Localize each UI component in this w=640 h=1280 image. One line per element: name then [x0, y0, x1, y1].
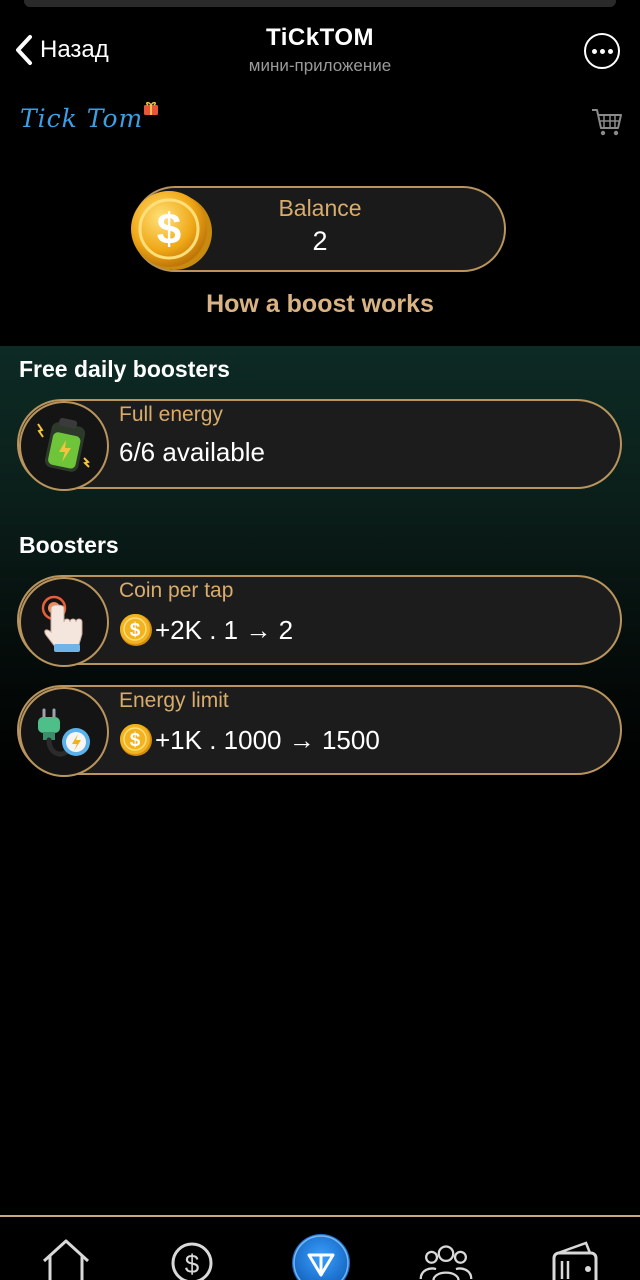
svg-text:$: $ — [130, 620, 141, 641]
svg-text:$: $ — [185, 1249, 200, 1279]
booster-value-text: +2K . 1 → 2 — [155, 614, 294, 645]
dollar-coin-icon: $ — [120, 724, 152, 756]
booster-full-energy[interactable]: Full energy 6/6 available — [17, 399, 622, 491]
coin-icon: $ — [171, 1242, 213, 1280]
app-subtitle: мини-приложение — [248, 56, 392, 75]
bottom-nav: $ — [0, 1215, 640, 1280]
battery-icon — [37, 417, 90, 472]
booster-name: Full energy — [119, 403, 223, 426]
tap-hand-icon — [41, 595, 83, 652]
svg-text:$: $ — [130, 730, 141, 751]
booster-name: Energy limit — [119, 689, 229, 712]
dollar-coin-icon: $ — [120, 614, 152, 646]
wallet-icon — [552, 1241, 598, 1280]
nav-coin[interactable]: $ — [164, 1235, 220, 1280]
telegram-header: Назад TiCkTOM мини-приложение — [0, 14, 640, 84]
title-block: TiCkTOM мини-приложение — [170, 24, 470, 76]
nav-wallet[interactable] — [548, 1235, 604, 1280]
booster-coin-per-tap[interactable]: Coin per tap $ +2K . 1 → 2 — [17, 575, 622, 667]
booster-value-text: 6/6 available — [119, 437, 265, 467]
booster-value: $ +2K . 1 → 2 — [119, 613, 293, 647]
booster-icon-frame — [19, 401, 109, 491]
nav-ton[interactable] — [292, 1234, 350, 1280]
booster-name: Coin per tap — [119, 579, 234, 602]
booster-value-text: +1K . 1000 → 1500 — [155, 724, 380, 755]
dot-icon — [607, 48, 613, 54]
balance-label: Balance — [278, 195, 362, 221]
svg-text:$: $ — [157, 205, 181, 254]
nav-friends[interactable] — [418, 1235, 474, 1280]
how-boost-works-link[interactable]: How a boost works — [0, 290, 640, 319]
top-bar-strip — [24, 0, 616, 7]
dot-icon — [591, 48, 597, 54]
booster-icon-frame — [19, 577, 109, 667]
ton-icon — [293, 1235, 349, 1280]
friends-icon — [419, 1245, 473, 1280]
booster-icon-frame — [19, 687, 109, 777]
cart-icon[interactable] — [590, 104, 624, 138]
booster-value: $ +1K . 1000 → 1500 — [119, 723, 380, 757]
booster-value: 6/6 available — [119, 437, 265, 468]
free-daily-boosters-title: Free daily boosters — [19, 356, 230, 382]
back-label: Назад — [40, 36, 109, 63]
more-options-button[interactable] — [584, 33, 620, 69]
boosters-title: Boosters — [19, 532, 119, 558]
booster-energy-limit[interactable]: Energy limit $ +1K . 1000 → 1500 — [17, 685, 622, 777]
balance-info: Balance 2 — [220, 195, 420, 257]
balance-value: 2 — [312, 226, 328, 256]
app-title: TiCkTOM — [266, 24, 374, 51]
dollar-coin-icon: $ — [131, 191, 212, 270]
gift-icon — [144, 101, 158, 115]
plug-icon — [38, 708, 90, 757]
back-button[interactable]: Назад — [10, 32, 109, 68]
home-icon — [42, 1239, 90, 1280]
nav-home[interactable] — [38, 1235, 94, 1280]
tick-tom-logo: Tick Tom — [20, 104, 144, 133]
dot-icon — [599, 48, 605, 54]
chevron-left-icon — [16, 35, 32, 65]
